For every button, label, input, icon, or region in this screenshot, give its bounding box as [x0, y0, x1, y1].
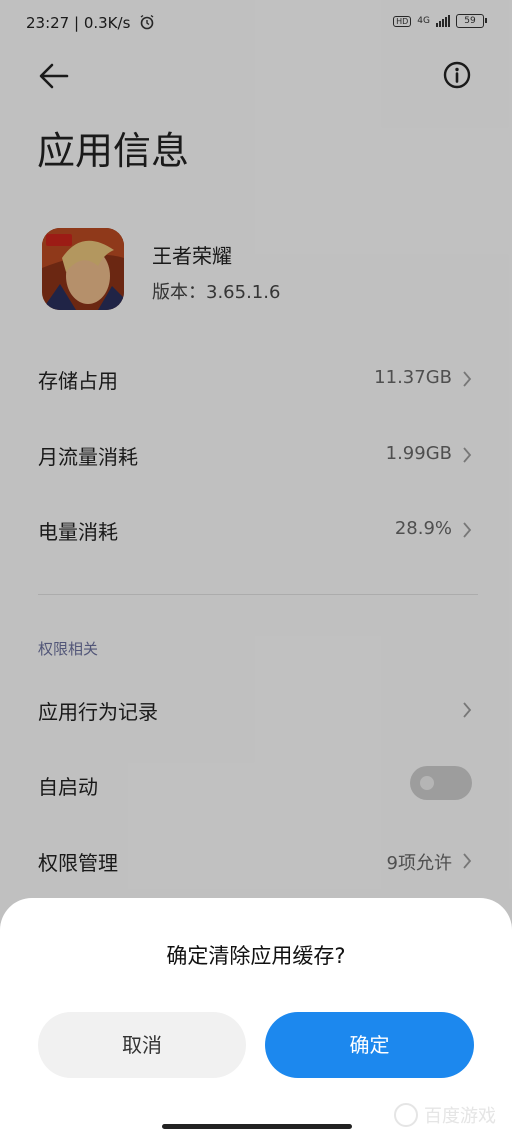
home-indicator[interactable]	[162, 1124, 352, 1129]
app-info-screen: 23:27 | 0.3K/s HD 4G 59 应用信息 王者荣耀 版本：3.6…	[0, 0, 512, 1137]
watermark-logo-icon	[394, 1103, 418, 1127]
confirm-button[interactable]: 确定	[265, 1012, 474, 1078]
confirm-dialog: 确定清除应用缓存? 取消 确定 百度游戏	[0, 898, 512, 1137]
watermark: 百度游戏	[394, 1102, 496, 1128]
cancel-button[interactable]: 取消	[38, 1012, 246, 1078]
watermark-text: 百度游戏	[424, 1106, 496, 1127]
dialog-title: 确定清除应用缓存?	[166, 944, 346, 968]
